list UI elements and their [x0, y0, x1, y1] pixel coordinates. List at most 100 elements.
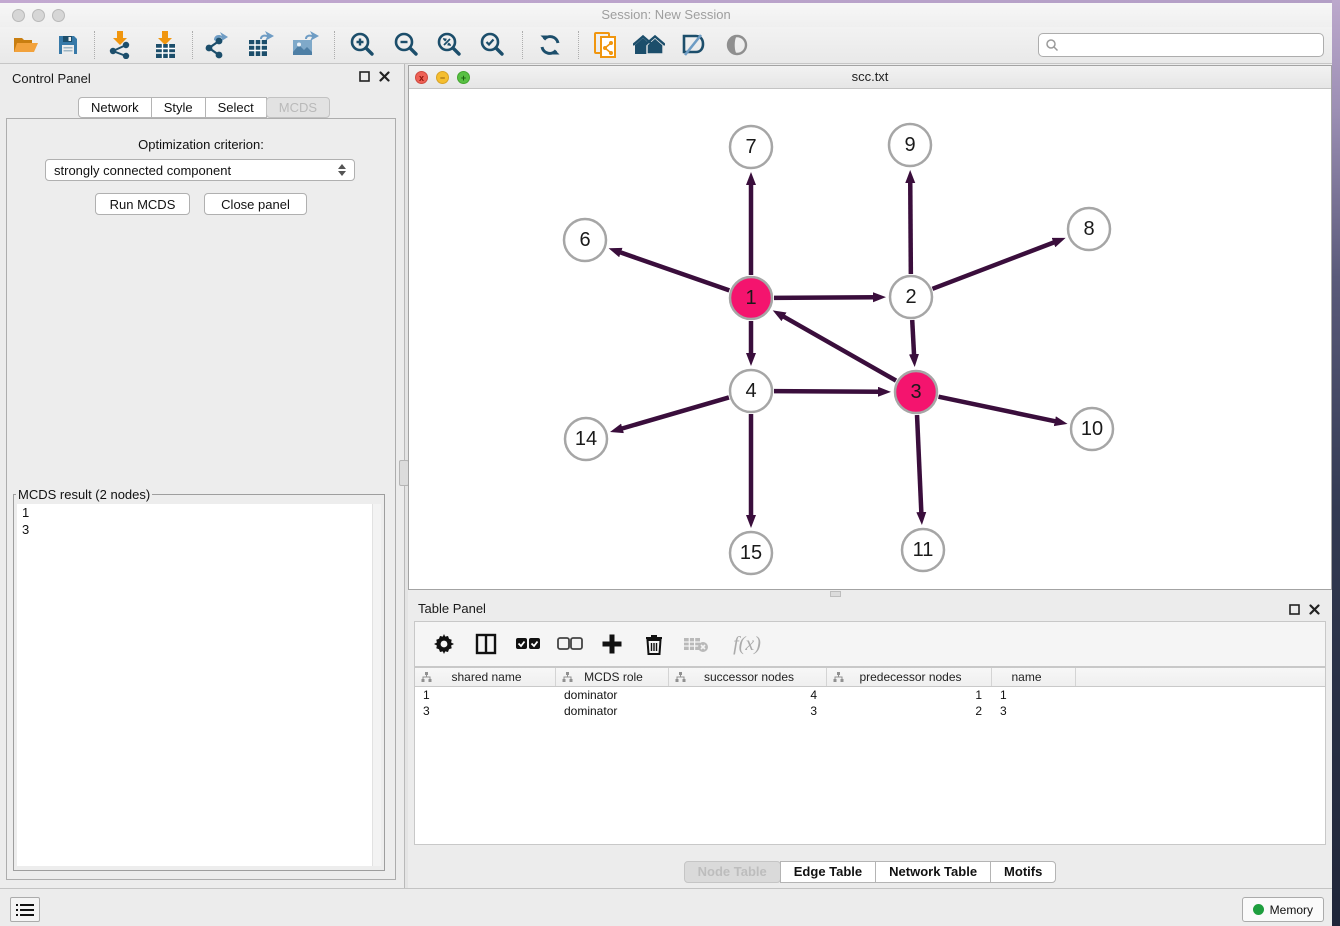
refresh-icon: [537, 32, 563, 58]
column-header-shared-name[interactable]: shared name: [415, 668, 556, 686]
search-icon: [1045, 38, 1059, 52]
column-header-filler: [1076, 668, 1325, 686]
node-table[interactable]: shared name MCDS role successor nodes pr…: [414, 667, 1326, 845]
column-header-predecessor-nodes[interactable]: predecessor nodes: [827, 668, 992, 686]
criterion-select[interactable]: strongly connected component: [45, 159, 355, 181]
tab-style[interactable]: Style: [151, 97, 206, 118]
zoom-fit-button[interactable]: [429, 29, 469, 61]
save-session-button[interactable]: [48, 29, 88, 61]
graph-edge-1-2[interactable]: [774, 297, 876, 298]
close-panel-icon[interactable]: [1309, 604, 1320, 615]
import-network-button[interactable]: [100, 29, 140, 61]
deselect-all-button[interactable]: [553, 627, 587, 661]
memory-status-dot: [1253, 904, 1264, 915]
clone-network-icon: [593, 31, 619, 59]
tab-network[interactable]: Network: [78, 97, 152, 118]
zoom-window-button[interactable]: [52, 9, 65, 22]
open-session-button[interactable]: [6, 29, 46, 61]
zoom-in-icon: [348, 31, 376, 59]
graph-edge-3-10[interactable]: [939, 397, 1058, 422]
run-mcds-button[interactable]: Run MCDS: [95, 193, 190, 215]
network-close-button[interactable]: x: [415, 71, 428, 84]
network-maximize-button[interactable]: +: [457, 71, 470, 84]
network-graph-canvas[interactable]: 7968124314101511: [409, 89, 1331, 589]
cell-predecessor-nodes[interactable]: 2: [827, 703, 992, 719]
export-table-button[interactable]: [241, 29, 281, 61]
result-scrollbar[interactable]: [372, 504, 381, 866]
close-window-button[interactable]: [12, 9, 25, 22]
toolbar-separator: [192, 31, 193, 59]
search-box[interactable]: [1038, 33, 1324, 57]
delete-table-icon: [683, 635, 709, 653]
graph-edge-2-9[interactable]: [910, 180, 911, 274]
toolbar-separator: [94, 31, 95, 59]
graph-edge-2-3[interactable]: [912, 320, 914, 357]
tab-motifs[interactable]: Motifs: [990, 861, 1056, 883]
cell-mcds-role[interactable]: dominator: [556, 703, 669, 719]
zoom-selected-button[interactable]: [472, 29, 512, 61]
zoom-out-button[interactable]: [386, 29, 426, 61]
graph-edge-4-3[interactable]: [774, 391, 881, 392]
float-panel-icon[interactable]: [1289, 604, 1300, 615]
delete-table-button[interactable]: [679, 627, 713, 661]
graph-edge-3-1[interactable]: [781, 315, 896, 380]
table-row[interactable]: 1 dominator 4 1 1: [415, 687, 1325, 703]
graph-edge-4-14[interactable]: [620, 397, 729, 429]
close-panel-button[interactable]: Close panel: [204, 193, 307, 215]
cell-shared-name[interactable]: 3: [415, 703, 556, 719]
cell-name[interactable]: 1: [992, 687, 1076, 703]
tab-select[interactable]: Select: [205, 97, 267, 118]
table-row[interactable]: 3 dominator 3 2 3: [415, 703, 1325, 719]
toolbar-separator: [334, 31, 335, 59]
memory-button[interactable]: Memory: [1242, 897, 1324, 922]
select-all-button[interactable]: [511, 627, 545, 661]
close-panel-icon[interactable]: [379, 71, 390, 82]
cell-mcds-role[interactable]: dominator: [556, 687, 669, 703]
apply-layout-button[interactable]: [530, 29, 570, 61]
zoom-in-button[interactable]: [342, 29, 382, 61]
mcds-result-textarea[interactable]: 1 3: [17, 504, 381, 866]
network-minimize-button[interactable]: −: [436, 71, 449, 84]
cell-name[interactable]: 3: [992, 703, 1076, 719]
import-table-button[interactable]: [145, 29, 185, 61]
control-panel-tabs: Network Style Select MCDS: [78, 97, 330, 118]
toggle-panel-split-button[interactable]: [469, 627, 503, 661]
column-header-mcds-role[interactable]: MCDS role: [556, 668, 669, 686]
zoom-selected-icon: [478, 31, 506, 59]
table-settings-button[interactable]: [427, 627, 461, 661]
network-window-titlebar[interactable]: x − + scc.txt: [409, 66, 1331, 89]
add-column-button[interactable]: [595, 627, 629, 661]
cell-shared-name[interactable]: 1: [415, 687, 556, 703]
graph-edge-1-6[interactable]: [618, 252, 729, 291]
show-log-button[interactable]: [10, 897, 40, 922]
export-image-button[interactable]: [285, 29, 325, 61]
float-panel-icon[interactable]: [359, 71, 370, 82]
delete-column-button[interactable]: [637, 627, 671, 661]
export-table-icon: [247, 31, 275, 59]
tab-edge-table[interactable]: Edge Table: [780, 861, 876, 883]
column-header-successor-nodes[interactable]: successor nodes: [669, 668, 827, 686]
column-header-name[interactable]: name: [992, 668, 1076, 686]
cell-successor-nodes[interactable]: 3: [669, 703, 827, 719]
tab-node-table[interactable]: Node Table: [684, 861, 781, 883]
mcds-tab-content: Optimization criterion: strongly connect…: [6, 118, 396, 880]
first-neighbors-button[interactable]: [629, 29, 669, 61]
tab-network-table[interactable]: Network Table: [875, 861, 991, 883]
table-header-row: shared name MCDS role successor nodes pr…: [415, 668, 1325, 687]
cell-successor-nodes[interactable]: 4: [669, 687, 827, 703]
graph-edge-3-11[interactable]: [917, 415, 921, 515]
minimize-window-button[interactable]: [32, 9, 45, 22]
export-network-button[interactable]: [198, 29, 238, 61]
search-input[interactable]: [1059, 35, 1323, 55]
clone-network-button[interactable]: [586, 29, 626, 61]
table-panel-window-controls: [1289, 604, 1320, 615]
toolbar-separator: [578, 31, 579, 59]
tab-mcds[interactable]: MCDS: [266, 97, 330, 118]
graph-node-label-7: 7: [745, 136, 756, 158]
select-stepper-icon: [338, 164, 346, 176]
cell-predecessor-nodes[interactable]: 1: [827, 687, 992, 703]
graphics-details-button[interactable]: [717, 29, 757, 61]
graph-edge-2-8[interactable]: [932, 241, 1056, 288]
hide-labels-button[interactable]: [673, 29, 713, 61]
function-builder-button[interactable]: f(x): [721, 627, 773, 661]
